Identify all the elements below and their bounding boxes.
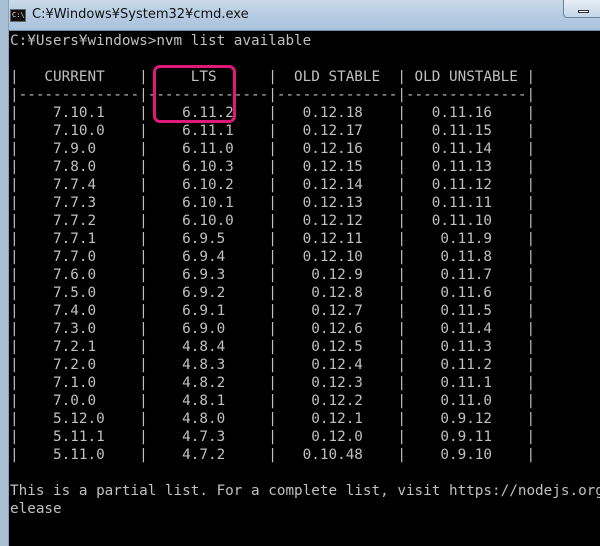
prompt-line: C:¥Users¥windows>nvm list available bbox=[10, 33, 312, 49]
window-left-border bbox=[0, 0, 9, 546]
footer-line-1: This is a partial list. For a complete l… bbox=[10, 483, 600, 499]
table-row: | 5.11.0 | 4.7.2 | 0.10.48 | 0.9.10 | bbox=[10, 447, 536, 463]
table-row: | 7.2.0 | 4.8.3 | 0.12.4 | 0.11.2 | bbox=[10, 357, 536, 373]
window-title: C:¥Windows¥System32¥cmd.exe bbox=[32, 7, 249, 22]
minimize-button[interactable] bbox=[563, 0, 600, 18]
table-row: | 7.0.0 | 4.8.1 | 0.12.2 | 0.11.0 | bbox=[10, 393, 536, 409]
table-header: | CURRENT | LTS | OLD STABLE | OLD UNSTA… bbox=[10, 69, 536, 85]
table-row: | 7.7.3 | 6.10.1 | 0.12.13 | 0.11.11 | bbox=[10, 195, 536, 211]
table-row: | 7.7.0 | 6.9.4 | 0.12.10 | 0.11.8 | bbox=[10, 249, 536, 265]
table-row: | 7.10.0 | 6.11.1 | 0.12.17 | 0.11.15 | bbox=[10, 123, 536, 139]
console-output[interactable]: C:¥Users¥windows>nvm list available | CU… bbox=[9, 31, 600, 546]
cmd-icon[interactable]: C:\ bbox=[10, 9, 26, 22]
table-row: | 7.4.0 | 6.9.1 | 0.12.7 | 0.11.5 | bbox=[10, 303, 536, 319]
table-row: | 7.3.0 | 6.9.0 | 0.12.6 | 0.11.4 | bbox=[10, 321, 536, 337]
table-row: | 7.1.0 | 4.8.2 | 0.12.3 | 0.11.1 | bbox=[10, 375, 536, 391]
table-row: | 7.6.0 | 6.9.3 | 0.12.9 | 0.11.7 | bbox=[10, 267, 536, 283]
table-row: | 7.8.0 | 6.10.3 | 0.12.15 | 0.11.13 | bbox=[10, 159, 536, 175]
minimize-icon bbox=[578, 10, 589, 13]
lts-highlight-box bbox=[153, 65, 236, 123]
table-row: | 7.5.0 | 6.9.2 | 0.12.8 | 0.11.6 | bbox=[10, 285, 536, 301]
table-row: | 7.7.4 | 6.10.2 | 0.12.14 | 0.11.12 | bbox=[10, 177, 536, 193]
table-row: | 5.12.0 | 4.8.0 | 0.12.1 | 0.9.12 | bbox=[10, 411, 536, 427]
table-row: | 7.10.1 | 6.11.2 | 0.12.18 | 0.11.16 | bbox=[10, 105, 536, 121]
table-row: | 7.2.1 | 4.8.4 | 0.12.5 | 0.11.3 | bbox=[10, 339, 536, 355]
table-row: | 7.9.0 | 6.11.0 | 0.12.16 | 0.11.14 | bbox=[10, 141, 536, 157]
cmd-window: C:\ C:¥Windows¥System32¥cmd.exe C:¥Users… bbox=[0, 0, 600, 546]
title-bar[interactable]: C:\ C:¥Windows¥System32¥cmd.exe bbox=[0, 0, 600, 31]
table-row: | 7.7.1 | 6.9.5 | 0.12.11 | 0.11.9 | bbox=[10, 231, 536, 247]
table-separator: |--------------|--------------|---------… bbox=[10, 87, 536, 103]
footer-line-2: elease bbox=[10, 501, 62, 517]
table-row: | 7.7.2 | 6.10.0 | 0.12.12 | 0.11.10 | bbox=[10, 213, 536, 229]
table-row: | 5.11.1 | 4.7.3 | 0.12.0 | 0.9.11 | bbox=[10, 429, 536, 445]
